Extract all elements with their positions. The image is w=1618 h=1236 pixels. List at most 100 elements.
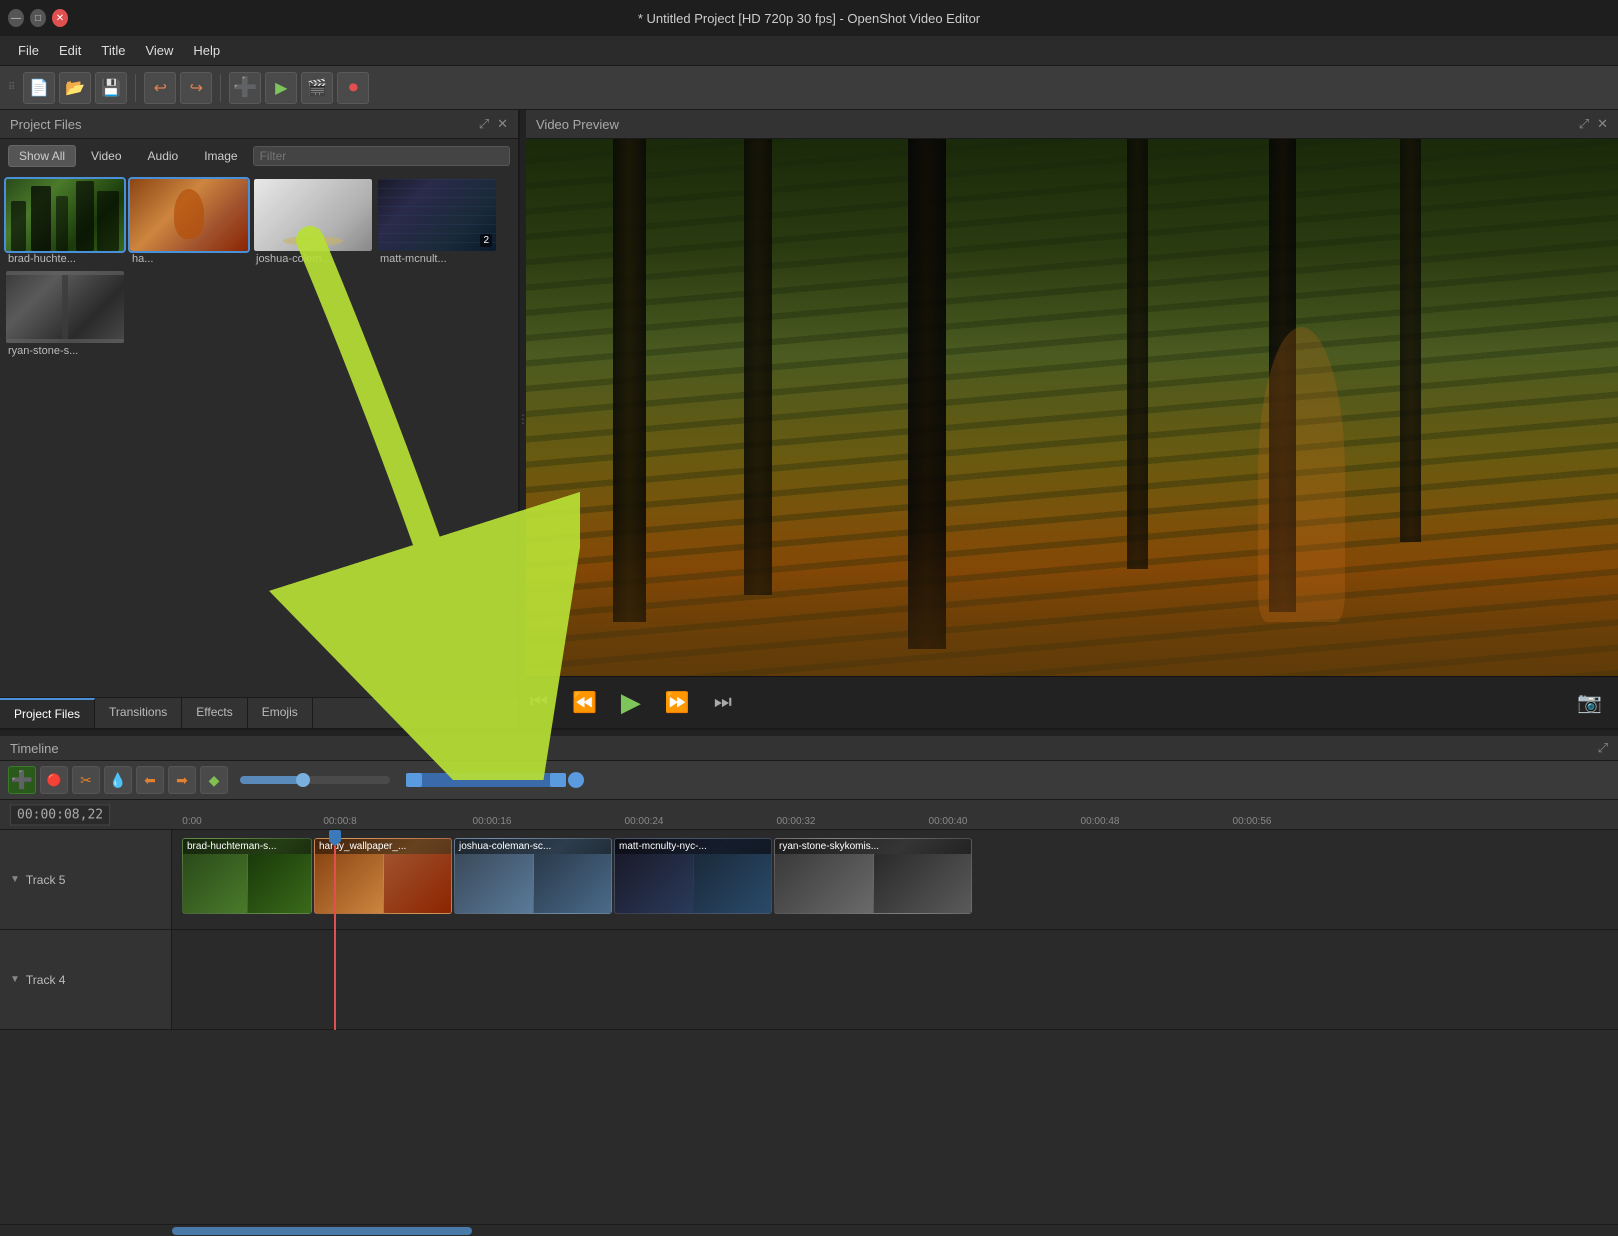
ruler-mark-7: 00:00:56 [1233, 816, 1272, 827]
save-project-button[interactable]: 💾 [95, 72, 127, 104]
snap-left-button[interactable]: ⬅ [136, 766, 164, 794]
media-item-hardy[interactable]: ha... [130, 179, 248, 265]
clip-hardy[interactable]: hardy_wallpaper_... [314, 838, 452, 914]
menu-help[interactable]: Help [183, 39, 230, 62]
filter-input[interactable] [253, 146, 510, 166]
clip-hardy-thumb [315, 854, 451, 913]
video-preview-header-icons: ⤢ ✕ [1579, 116, 1608, 132]
close-button[interactable]: ✕ [52, 9, 68, 27]
track-row-5: ▼ Track 5 brad-huchteman-s... [0, 830, 1618, 930]
media-item-matt[interactable]: 2 matt-mcnult... [378, 179, 496, 265]
clip-joshua-thumb [455, 854, 611, 913]
clip-hardy-title: hardy_wallpaper_... [315, 839, 451, 854]
media-label-matt: matt-mcnult... [378, 251, 496, 265]
clip-brad-thumb [183, 854, 311, 913]
clip-matt-title: matt-mcnulty-nyc-... [615, 839, 771, 854]
project-files-header-icons: ⤢ ✕ [479, 116, 508, 132]
menu-view[interactable]: View [135, 39, 183, 62]
clip-ryan-title: ryan-stone-skykomis... [775, 839, 971, 854]
rewind-button[interactable]: ⏪ [568, 688, 601, 717]
close-video-icon[interactable]: ✕ [1597, 116, 1608, 132]
menu-edit[interactable]: Edit [49, 39, 91, 62]
timecode-display: 00:00:08,22 [10, 804, 110, 825]
zoom-slider[interactable] [240, 776, 390, 784]
media-item-brad[interactable]: brad-huchte... [6, 179, 124, 265]
hscroll-thumb[interactable] [172, 1227, 472, 1235]
ruler-mark-5: 00:00:40 [929, 816, 968, 827]
add-track-timeline-button[interactable]: ➕ [8, 766, 36, 794]
video-preview-title: Video Preview [536, 117, 619, 132]
add-track-toolbar-button[interactable]: ➕ [229, 72, 261, 104]
expand-video-icon[interactable]: ⤢ [1579, 116, 1589, 132]
maximize-button[interactable]: □ [30, 9, 46, 27]
record-button[interactable]: ⏺ [337, 72, 369, 104]
filter-tab-image[interactable]: Image [193, 145, 248, 167]
clip-matt[interactable]: matt-mcnulty-nyc-... [614, 838, 772, 914]
ruler-mark-4: 00:00:32 [777, 816, 816, 827]
zoom-area [240, 776, 390, 784]
magnet-button[interactable]: 🔴 [40, 766, 68, 794]
skip-start-button[interactable]: ⏮ [526, 689, 552, 716]
preview-button[interactable]: ▶ [265, 72, 297, 104]
media-label-brad: brad-huchte... [6, 251, 124, 265]
track-content-5[interactable]: brad-huchteman-s... hardy_wallpaper_... [172, 830, 1618, 929]
filter-tab-showall[interactable]: Show All [8, 145, 76, 167]
clip-brad[interactable]: brad-huchteman-s... [182, 838, 312, 914]
filter-tab-video[interactable]: Video [80, 145, 132, 167]
timeline-toolbar: ➕ 🔴 ✂ 💧 ⬅ ➡ ◆ [0, 761, 1618, 800]
track-chevron-4[interactable]: ▼ [10, 974, 20, 985]
screenshot-button[interactable]: 📷 [1573, 688, 1606, 717]
skip-end-button[interactable]: ⏭ [710, 689, 736, 716]
ruler-mark-3: 00:00:24 [625, 816, 664, 827]
redo-button[interactable]: ↪ [180, 72, 212, 104]
media-item-ryan[interactable]: ryan-stone-s... [6, 271, 124, 357]
menu-title[interactable]: Title [91, 39, 135, 62]
matt-badge: 2 [480, 234, 492, 247]
timeline-hscroll[interactable] [0, 1224, 1618, 1236]
track-content-4[interactable] [172, 930, 1618, 1029]
filter-tab-audio[interactable]: Audio [137, 145, 190, 167]
track-name-4: Track 4 [26, 973, 66, 987]
close-panel-icon[interactable]: ✕ [497, 116, 508, 132]
play-button[interactable]: ▶ [617, 685, 645, 720]
track-row-4: ▼ Track 4 [0, 930, 1618, 1030]
title-bar: — □ ✕ * Untitled Project [HD 720p 30 fps… [0, 0, 1618, 36]
tab-transitions[interactable]: Transitions [95, 698, 182, 728]
scissors-button[interactable]: ✂ [72, 766, 100, 794]
project-bottom-tabs: Project Files Transitions Effects Emojis [0, 697, 518, 728]
expand-icon[interactable]: ⤢ [479, 116, 489, 132]
clip-joshua-title: joshua-coleman-sc... [455, 839, 611, 854]
timeline-fullscreen-icon[interactable]: ⤢ [1598, 740, 1608, 756]
media-label-ryan: ryan-stone-s... [6, 343, 124, 357]
clip-ryan[interactable]: ryan-stone-skykomis... [774, 838, 972, 914]
media-label-joshua: joshua-colem... [254, 251, 372, 265]
timeline-ruler: 00:00:08,22 0:00 00:00:8 00:00:16 00:00:… [0, 800, 1618, 830]
track-chevron-5[interactable]: ▼ [10, 874, 20, 885]
video-preview-panel: Video Preview ⤢ ✕ [526, 110, 1618, 728]
timeline-title: Timeline [10, 741, 59, 756]
tab-emojis[interactable]: Emojis [248, 698, 313, 728]
ruler-mark-6: 00:00:48 [1081, 816, 1120, 827]
ruler-mark-2: 00:00:16 [473, 816, 512, 827]
new-project-button[interactable]: 📄 [23, 72, 55, 104]
export-button[interactable]: 🎬 [301, 72, 333, 104]
media-label-hardy: ha... [130, 251, 248, 265]
minimize-button[interactable]: — [8, 9, 24, 27]
undo-button[interactable]: ↩ [144, 72, 176, 104]
media-grid: brad-huchte... ha... [0, 173, 518, 697]
clip-joshua[interactable]: joshua-coleman-sc... [454, 838, 612, 914]
open-project-button[interactable]: 📂 [59, 72, 91, 104]
main-area: Project Files ⤢ ✕ Show All Video Audio I… [0, 110, 1618, 1236]
tab-effects[interactable]: Effects [182, 698, 247, 728]
track-label-4: ▼ Track 4 [0, 930, 172, 1029]
video-preview-bg [526, 139, 1618, 676]
tab-project-files[interactable]: Project Files [0, 698, 95, 728]
clip-brad-title: brad-huchteman-s... [183, 839, 311, 854]
menu-file[interactable]: File [8, 39, 49, 62]
main-toolbar: ⠿ 📄 📂 💾 ↩ ↪ ➕ ▶ 🎬 ⏺ [0, 66, 1618, 110]
fast-forward-button[interactable]: ⏩ [661, 688, 694, 717]
razor-button[interactable]: 💧 [104, 766, 132, 794]
center-button[interactable]: ◆ [200, 766, 228, 794]
snap-right-button[interactable]: ➡ [168, 766, 196, 794]
media-item-joshua[interactable]: joshua-colem... [254, 179, 372, 265]
